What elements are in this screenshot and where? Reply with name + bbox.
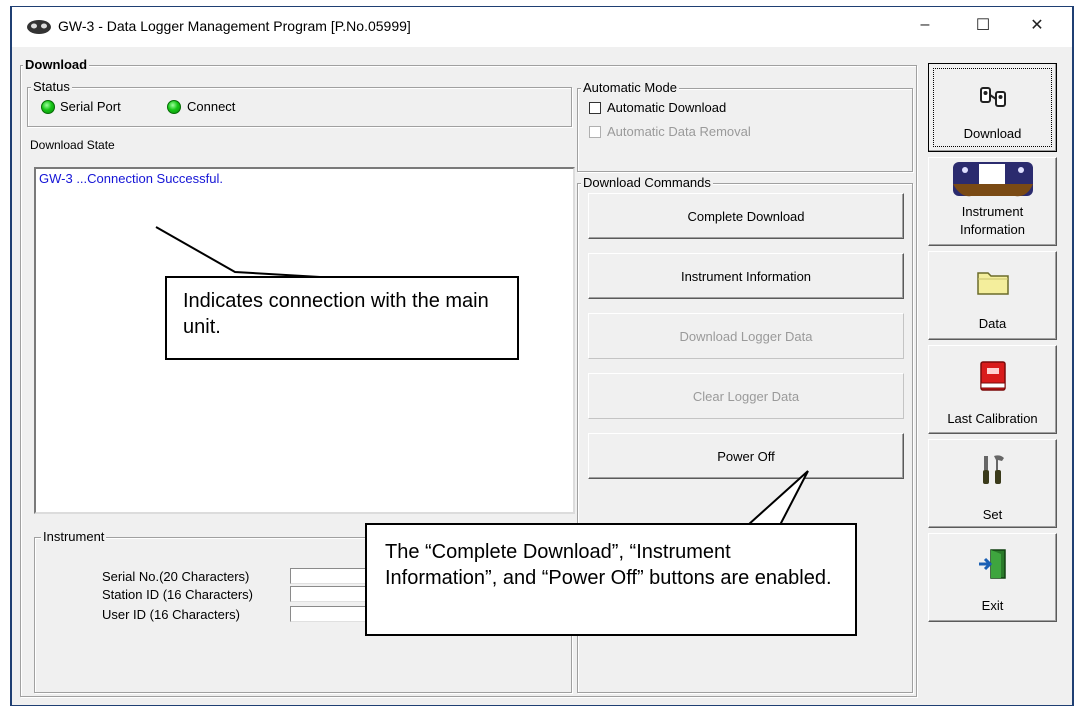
callout-buttons-text: The “Complete Download”, “Instrument Inf… [385,541,832,589]
automatic-data-removal-checkbox[interactable] [589,126,601,138]
serial-port-label: Serial Port [60,99,121,114]
instrument-information-button[interactable]: Instrument Information [588,253,904,299]
sidebar-label-data: Data [978,316,1007,331]
callout-connection: Indicates connection with the main unit. [165,276,519,360]
minimize-button[interactable]: – [902,7,948,43]
sidebar-item-instrument-information[interactable]: Instrument Information [928,157,1057,246]
instrument-label: Instrument [41,529,107,544]
connect-led-icon [167,100,181,114]
maximize-button[interactable]: ☐ [960,7,1006,43]
automatic-download-label[interactable]: Automatic Download [607,100,726,115]
callout-connection-text: Indicates connection with the main unit. [183,290,489,338]
automatic-mode-label: Automatic Mode [581,80,679,95]
connect-label: Connect [187,99,236,114]
log-line: GW-3 ...Connection Successful. [39,171,224,186]
serial-no-label: Serial No.(20 Characters) [102,569,250,584]
download-icon [979,87,1006,107]
sidebar-label-instrument-information: Instrument Information [959,204,1026,237]
status-label: Status [31,79,72,94]
exit-icon [978,549,1006,579]
tools-icon [982,455,1004,484]
sidebar-item-last-calibration[interactable]: Last Calibration [928,345,1057,434]
download-logger-data-button[interactable]: Download Logger Data [588,313,904,359]
sidebar-label-set: Set [982,507,1003,522]
sidebar-label-download: Download [963,126,1022,141]
serial-port-led-icon [41,100,55,114]
app-icon [27,20,51,34]
close-button[interactable]: ✕ [1014,7,1060,43]
sidebar-label-exit: Exit [981,598,1004,613]
automatic-download-checkbox[interactable] [589,102,601,114]
book-icon [979,361,1006,391]
complete-download-button[interactable]: Complete Download [588,193,904,239]
download-commands-label: Download Commands [581,175,713,190]
clear-logger-data-button[interactable]: Clear Logger Data [588,373,904,419]
callout-buttons: The “Complete Download”, “Instrument Inf… [365,523,857,636]
user-id-label: User ID (16 Characters) [102,607,240,622]
sidebar-item-data[interactable]: Data [928,251,1057,340]
sidebar-label-last-calibration: Last Calibration [947,411,1038,426]
instrument-icon [952,162,1033,197]
sidebar-item-download[interactable]: Download [928,63,1057,152]
callout-pointer [155,226,321,278]
station-id-label: Station ID (16 Characters) [102,587,254,602]
title-bar[interactable]: GW-3 - Data Logger Management Program [P… [12,7,1072,47]
sidebar-item-exit[interactable]: Exit [928,533,1057,622]
sidebar-item-set[interactable]: Set [928,439,1057,528]
window-title: GW-3 - Data Logger Management Program [P… [58,18,411,34]
folder-icon [976,272,1009,295]
download-group-label: Download [23,57,90,72]
automatic-data-removal-label[interactable]: Automatic Data Removal [607,124,751,139]
download-state-label: Download State [30,138,115,152]
